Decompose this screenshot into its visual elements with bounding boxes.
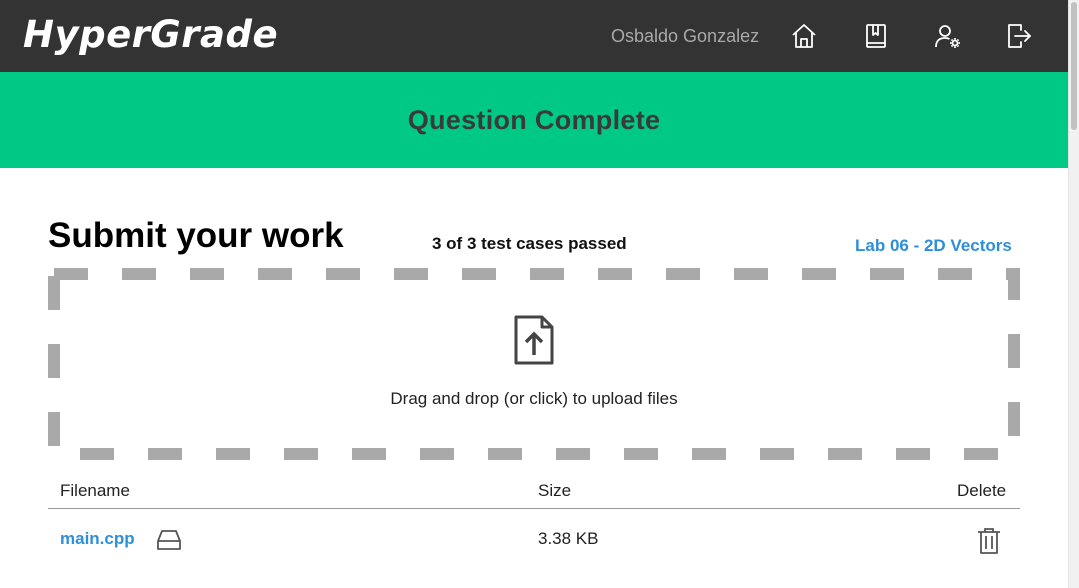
file-upload-icon [514, 315, 554, 365]
file-dropzone[interactable]: Drag and drop (or click) to upload files [48, 268, 1020, 460]
files-table: Filename Size Delete main.cpp 3.38 KB [48, 476, 1020, 569]
scrollbar-thumb[interactable] [1071, 2, 1077, 130]
file-size: 3.38 KB [538, 529, 599, 548]
column-header-filename: Filename [60, 481, 130, 500]
table-header: Filename Size Delete [48, 476, 1020, 509]
gradebook-icon[interactable] [860, 20, 892, 52]
home-icon[interactable] [788, 20, 820, 52]
file-link-main-cpp[interactable]: main.cpp [60, 529, 135, 548]
completion-banner: Question Complete [0, 72, 1068, 168]
banner-text: Question Complete [407, 104, 661, 135]
username: Osbaldo Gonzalez [611, 26, 760, 46]
drive-icon[interactable] [156, 527, 182, 553]
column-header-size: Size [538, 481, 572, 500]
column-header-delete: Delete [957, 481, 1007, 500]
lab-link[interactable]: Lab 06 - 2D Vectors [855, 235, 1012, 257]
top-bar: HyperGrade Osbaldo Gonzalez [0, 0, 1068, 72]
dropzone-instructions: Drag and drop (or click) to upload files [390, 389, 678, 408]
scrollbar[interactable] [1068, 0, 1079, 588]
table-row: main.cpp 3.38 KB [48, 509, 1020, 569]
page-title: Submit your work [48, 216, 344, 255]
trash-icon[interactable] [976, 527, 1002, 555]
logout-icon[interactable] [1003, 20, 1035, 52]
test-results-status: 3 of 3 test cases passed [432, 234, 627, 253]
page: HyperGrade Osbaldo Gonzalez Question Com… [0, 0, 1079, 588]
hypergrade-logo[interactable]: HyperGrade [23, 11, 278, 59]
user-settings-icon[interactable] [932, 20, 964, 52]
